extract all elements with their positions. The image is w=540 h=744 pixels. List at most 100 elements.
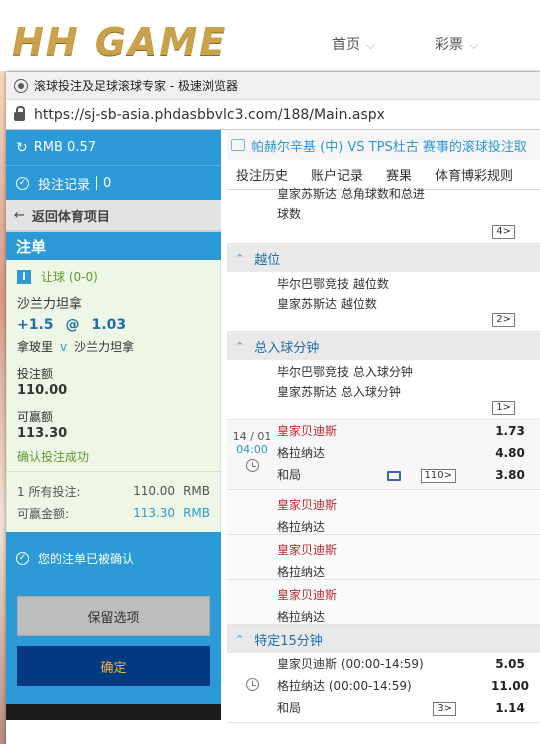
more-markets-badge[interactable]: 4> — [492, 225, 515, 239]
team-away: 格拉纳达 — [277, 446, 326, 460]
event-date: 14 / 01 — [232, 430, 272, 443]
balance-bar[interactable]: ↻ RMB 0.57 — [6, 130, 221, 166]
market-line: 皇家苏斯达 总入球分钟 — [277, 385, 401, 399]
url-text[interactable]: https://sj-sb-asia.phdasbbvlc3.com/188/M… — [34, 107, 385, 123]
marquee-text: 帕赫尔辛基 (中) VS TPS杜古 赛事的滚球投注取 — [251, 139, 527, 155]
confirmed-message: 您的注单已被确认 — [38, 551, 135, 566]
bet-slip-title: 注单 — [6, 232, 221, 260]
clock-icon — [245, 678, 259, 691]
market-line: 球数 — [277, 207, 302, 221]
check-circle-icon: ✓ — [16, 176, 29, 190]
bet-selection: 沙兰力坦拿 — [17, 297, 83, 312]
market-row[interactable]: 皇家苏斯达 总角球数和总进 球数 4> — [227, 184, 540, 244]
bet-type-row: i 让球 (0-0) — [17, 268, 210, 285]
chevron-up-icon: ⌃ — [235, 339, 245, 353]
tab-results[interactable]: 赛果 — [386, 165, 412, 184]
win-amount: 113.30 — [133, 506, 176, 520]
odds-home[interactable]: 1.73 — [480, 420, 540, 442]
section-header-15min[interactable]: ⌃ 特定15分钟 — [227, 625, 540, 653]
market-row[interactable]: 毕尔巴鄂竞技 越位数 皇家苏斯达 越位数 2> — [227, 272, 540, 332]
market-line: 毕尔巴鄂竞技 总入球分钟 — [277, 365, 413, 379]
all-bets-currency: RMB — [183, 484, 210, 498]
check-circle-icon: ✓ — [16, 551, 29, 565]
chevron-up-icon: ⌃ — [235, 632, 245, 646]
sub-event-row[interactable]: 皇家贝迪斯 格拉纳达 — [227, 535, 540, 580]
at-sign: @ — [65, 317, 80, 333]
section-title: 越位 — [254, 252, 281, 268]
event-odds: 5.05 11.00 1.14 — [480, 653, 540, 722]
button-area: 保留选项 确定 — [6, 584, 221, 704]
more-markets-badge[interactable]: 2> — [492, 313, 515, 327]
nav-lottery[interactable]: 彩票 ⌵ — [435, 34, 478, 54]
event-row[interactable]: 皇家贝迪斯 (00:00-14:59) 格拉纳达 (00:00-14:59) 和… — [227, 653, 540, 723]
bet-record-label: 投注记录 — [38, 177, 91, 193]
market-line: 毕尔巴鄂竞技 越位数 — [277, 277, 389, 291]
nav-home[interactable]: 首页 ⌵ — [332, 34, 375, 54]
all-bets-label: 1 所有投注: — [17, 484, 81, 499]
odds-panel: 帕赫尔辛基 (中) VS TPS杜古 赛事的滚球投注取 投注历史 账户记录 赛果… — [227, 130, 540, 744]
section-header-offside[interactable]: ⌃ 越位 — [227, 244, 540, 272]
panel-footer — [6, 704, 221, 720]
odds-away[interactable]: 4.80 — [480, 442, 540, 464]
event-time — [227, 653, 277, 722]
chevron-down-icon: ⌵ — [366, 38, 376, 52]
more-markets-badge[interactable]: 110> — [420, 469, 456, 483]
more-markets-badge[interactable]: 3> — [433, 702, 456, 716]
odds-draw[interactable]: 3.80 — [480, 464, 540, 486]
match-home: 拿玻里 — [17, 340, 54, 354]
announcement-marquee[interactable]: 帕赫尔辛基 (中) VS TPS杜古 赛事的滚球投注取 — [227, 130, 540, 160]
browser-icon — [14, 78, 28, 93]
lock-icon — [14, 106, 25, 121]
success-message: 确认投注成功 — [17, 450, 90, 464]
info-icon: i — [17, 269, 31, 284]
market-line: 皇家苏斯达 总角球数和总进 — [277, 187, 425, 201]
team-home: 皇家贝迪斯 — [277, 543, 338, 557]
bet-odds: +1.5 @1.03 — [17, 317, 210, 333]
market-row[interactable]: 毕尔巴鄂竞技 总入球分钟 皇家苏斯达 总入球分钟 1> — [227, 360, 540, 420]
team-home: 皇家贝迪斯 — [277, 588, 338, 602]
back-to-sports-button[interactable]: ← 返回体育项目 — [6, 200, 221, 232]
team-away: 格拉纳达 (00:00-14:59) — [277, 679, 412, 693]
sub-event-row[interactable]: 皇家贝迪斯 格拉纳达 — [227, 490, 540, 535]
summary-row-win: 可赢金额: 113.30 RMB — [17, 502, 210, 524]
tab-rules[interactable]: 体育博彩规则 — [435, 165, 513, 184]
market-line: 皇家苏斯达 越位数 — [277, 297, 377, 311]
arrow-left-icon: ← — [14, 207, 25, 223]
handicap-value: +1.5 — [17, 317, 54, 333]
more-markets-badge[interactable]: 1> — [492, 401, 515, 415]
match-away: 沙兰力坦拿 — [74, 340, 135, 354]
odds-value: 1.03 — [91, 317, 127, 333]
keep-selection-button[interactable]: 保留选项 — [17, 596, 210, 636]
team-home: 皇家贝迪斯 — [277, 498, 338, 512]
bet-slip-panel: ↻ RMB 0.57 ✓ 投注记录 0 ← 返回体育项目 注单 i 让球 (0-… — [6, 130, 221, 744]
bet-type: 让球 (0-0) — [41, 270, 98, 284]
confirmed-banner: ✓ 您的注单已被确认 — [6, 532, 221, 584]
address-bar[interactable]: https://sj-sb-asia.phdasbbvlc3.com/188/M… — [6, 100, 540, 130]
bet-match: 拿玻里 v 沙兰力坦拿 — [17, 338, 210, 355]
win-amount-label: 可赢金额: — [17, 506, 70, 521]
refresh-icon[interactable]: ↻ — [16, 140, 28, 156]
window-titlebar[interactable]: 滚球投注及足球滚球专家 - 极速浏览器 — [6, 72, 540, 100]
event-row[interactable]: 14 / 01 04:00 皇家贝迪斯 格拉纳达 和局 110> 1.73 4.… — [227, 420, 540, 490]
section-header-goal-minutes[interactable]: ⌃ 总入球分钟 — [227, 332, 540, 360]
bet-record-link[interactable]: ✓ 投注记录 0 — [6, 166, 221, 200]
win-currency: RMB — [183, 506, 210, 520]
odds-draw[interactable]: 1.14 — [480, 697, 540, 719]
event-odds: 1.73 4.80 3.80 — [480, 420, 540, 489]
tab-account-record[interactable]: 账户记录 — [311, 165, 363, 184]
nav-lottery-label: 彩票 — [435, 37, 463, 53]
sub-event-row[interactable]: 皇家贝迪斯 格拉纳达 — [227, 580, 540, 625]
odds-away[interactable]: 11.00 — [480, 675, 540, 697]
section-title: 总入球分钟 — [254, 340, 320, 356]
odds-home[interactable]: 5.05 — [480, 653, 540, 675]
team-home: 皇家贝迪斯 (00:00-14:59) — [277, 657, 424, 671]
chevron-up-icon: ⌃ — [235, 251, 245, 265]
browser-window: 滚球投注及足球滚球专家 - 极速浏览器 https://sj-sb-asia.p… — [6, 72, 540, 744]
ok-button[interactable]: 确定 — [17, 646, 210, 686]
win-value: 113.30 — [17, 426, 68, 441]
bet-record-count: 0 — [103, 175, 112, 191]
tv-icon[interactable] — [387, 471, 401, 481]
team-home: 皇家贝迪斯 — [277, 424, 338, 438]
site-logo[interactable]: HH GAME — [12, 20, 227, 64]
tab-bet-history[interactable]: 投注历史 — [236, 165, 288, 184]
